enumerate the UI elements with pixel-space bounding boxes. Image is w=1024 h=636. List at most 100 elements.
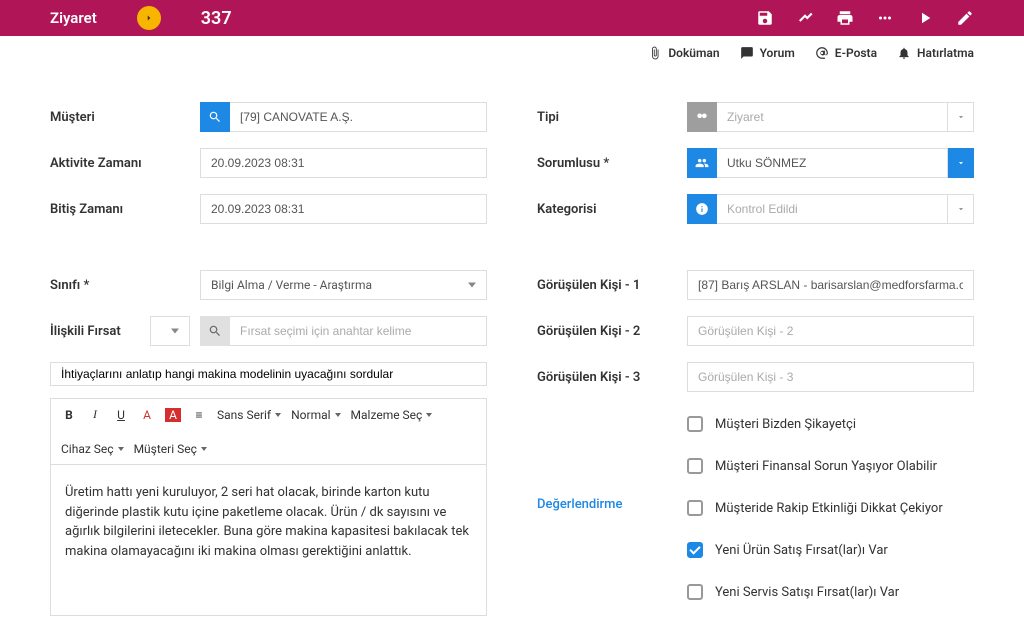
end-time-input[interactable]	[200, 194, 487, 224]
at-icon	[815, 46, 829, 60]
search-icon	[208, 110, 222, 124]
contact3-input[interactable]	[687, 362, 974, 392]
more-icon[interactable]	[876, 9, 894, 27]
responsible-select[interactable]	[687, 148, 974, 178]
opportunity-label: İlişkili Fırsat	[50, 324, 140, 339]
evaluation-checks: Müşteri Bizden ŞikayetçiMüşteri Finansal…	[687, 416, 974, 600]
font-family-select[interactable]: Sans Serif	[217, 408, 281, 422]
header-actions	[756, 9, 974, 27]
play-icon[interactable]	[916, 9, 934, 27]
bg-color-button[interactable]: A	[165, 408, 181, 422]
class-select[interactable]: Bilgi Alma / Verme - Araştırma	[200, 270, 487, 300]
customer-row: Müşteri	[50, 102, 487, 132]
info-addon	[687, 194, 717, 224]
checkbox[interactable]	[687, 416, 703, 432]
record-number: 337	[201, 8, 232, 29]
category-input[interactable]	[717, 194, 948, 224]
material-select[interactable]: Malzeme Seç	[351, 408, 433, 422]
class-row: Sınıfı * Bilgi Alma / Verme - Araştırma	[50, 270, 487, 300]
contact2-row: Görüşülen Kişi - 2	[537, 316, 974, 346]
customer-select[interactable]: Müşteri Seç	[134, 442, 207, 456]
checkbox[interactable]	[687, 584, 703, 600]
chevron-down-icon[interactable]	[948, 194, 974, 224]
category-row: Kategorisi	[537, 194, 974, 224]
contact1-row: Görüşülen Kişi - 1	[537, 270, 974, 300]
add-comment[interactable]: Yorum	[740, 46, 795, 60]
header-left: Ziyaret 337	[50, 6, 232, 30]
checkbox-label: Yeni Ürün Satış Fırsat(lar)ı Var	[715, 543, 888, 558]
comment-icon	[740, 46, 754, 60]
contact3-row: Görüşülen Kişi - 3	[537, 362, 974, 392]
chevron-right-icon	[144, 13, 154, 23]
type-row: Tipi	[537, 102, 974, 132]
responsible-label: Sorumlusu *	[537, 156, 687, 171]
customer-input-group[interactable]	[200, 102, 487, 132]
end-time-label: Bitiş Zamanı	[50, 202, 200, 217]
check-row: Yeni Servis Satışı Fırsat(lar)ı Var	[687, 584, 974, 600]
checkbox-label: Müşteri Finansal Sorun Yaşıyor Olabilir	[715, 459, 937, 474]
type-input[interactable]	[717, 102, 948, 132]
responsible-input[interactable]	[717, 148, 948, 178]
opportunity-input[interactable]	[230, 316, 487, 346]
info-icon	[695, 202, 709, 216]
opportunity-row: İlişkili Fırsat	[50, 316, 487, 346]
add-reminder[interactable]: Hatırlatma	[897, 46, 974, 60]
send-email[interactable]: E-Posta	[815, 46, 877, 60]
opportunity-type-select[interactable]	[150, 316, 190, 346]
underline-button[interactable]: U	[113, 408, 129, 422]
left-column: Müşteri Aktivite Zamanı Bitiş Zamanı	[50, 102, 487, 616]
save-icon[interactable]	[756, 9, 774, 27]
category-select[interactable]	[687, 194, 974, 224]
font-color-button[interactable]: A	[139, 408, 155, 422]
forward-button[interactable]	[137, 6, 161, 30]
chevron-down-icon[interactable]	[948, 102, 974, 132]
font-size-select[interactable]: Normal	[291, 408, 340, 422]
checkbox[interactable]	[687, 458, 703, 474]
align-button[interactable]: ≡	[191, 408, 207, 422]
settings-icon[interactable]	[796, 9, 814, 27]
italic-button[interactable]: I	[87, 407, 103, 422]
opportunity-search-addon[interactable]	[200, 316, 230, 346]
contact2-input[interactable]	[687, 316, 974, 346]
bold-button[interactable]: B	[61, 408, 77, 422]
activity-time-row: Aktivite Zamanı	[50, 148, 487, 178]
contact1-input[interactable]	[687, 270, 974, 300]
checkbox-label: Yeni Servis Satışı Fırsat(lar)ı Var	[715, 585, 899, 600]
binoculars-icon	[695, 110, 709, 124]
form: Müşteri Aktivite Zamanı Bitiş Zamanı	[0, 70, 1024, 636]
users-icon	[695, 156, 709, 170]
end-time-row: Bitiş Zamanı	[50, 194, 487, 224]
attach-document[interactable]: Doküman	[648, 46, 719, 60]
responsible-row: Sorumlusu *	[537, 148, 974, 178]
right-column: Tipi Sorumlusu *	[537, 102, 974, 616]
print-icon[interactable]	[836, 9, 854, 27]
checkbox-label: Müşteride Rakip Etkinliği Dikkat Çekiyor	[715, 501, 943, 516]
customer-input[interactable]	[230, 102, 487, 132]
activity-time-input[interactable]	[200, 148, 487, 178]
search-icon	[208, 324, 222, 338]
checkbox[interactable]	[687, 542, 703, 558]
type-select[interactable]	[687, 102, 974, 132]
contact3-label: Görüşülen Kişi - 3	[537, 370, 687, 385]
editor-toolbar: B I U A A ≡ Sans Serif Normal Malzeme Se…	[51, 399, 486, 465]
users-addon	[687, 148, 717, 178]
secondary-nav: Doküman Yorum E-Posta Hatırlatma	[0, 36, 1024, 70]
edit-icon[interactable]	[956, 9, 974, 27]
evaluation-link[interactable]: Değerlendirme	[537, 497, 622, 512]
page-title: Ziyaret	[50, 9, 97, 27]
category-label: Kategorisi	[537, 202, 687, 217]
device-select[interactable]: Cihaz Seç	[61, 442, 124, 456]
check-row: Müşteride Rakip Etkinliği Dikkat Çekiyor	[687, 500, 974, 516]
editor-body[interactable]: Üretim hattı yeni kuruluyor, 2 seri hat …	[51, 465, 486, 615]
chevron-down-icon[interactable]	[948, 148, 974, 178]
evaluation-row: Değerlendirme Müşteri Bizden ŞikayetçiMü…	[537, 408, 974, 600]
summary-input[interactable]	[50, 362, 487, 386]
checkbox[interactable]	[687, 500, 703, 516]
search-addon[interactable]	[200, 102, 230, 132]
type-label: Tipi	[537, 110, 687, 125]
bell-icon	[897, 46, 911, 60]
check-row: Yeni Ürün Satış Fırsat(lar)ı Var	[687, 542, 974, 558]
rich-editor: B I U A A ≡ Sans Serif Normal Malzeme Se…	[50, 398, 487, 616]
activity-time-label: Aktivite Zamanı	[50, 156, 200, 171]
paperclip-icon	[648, 46, 662, 60]
